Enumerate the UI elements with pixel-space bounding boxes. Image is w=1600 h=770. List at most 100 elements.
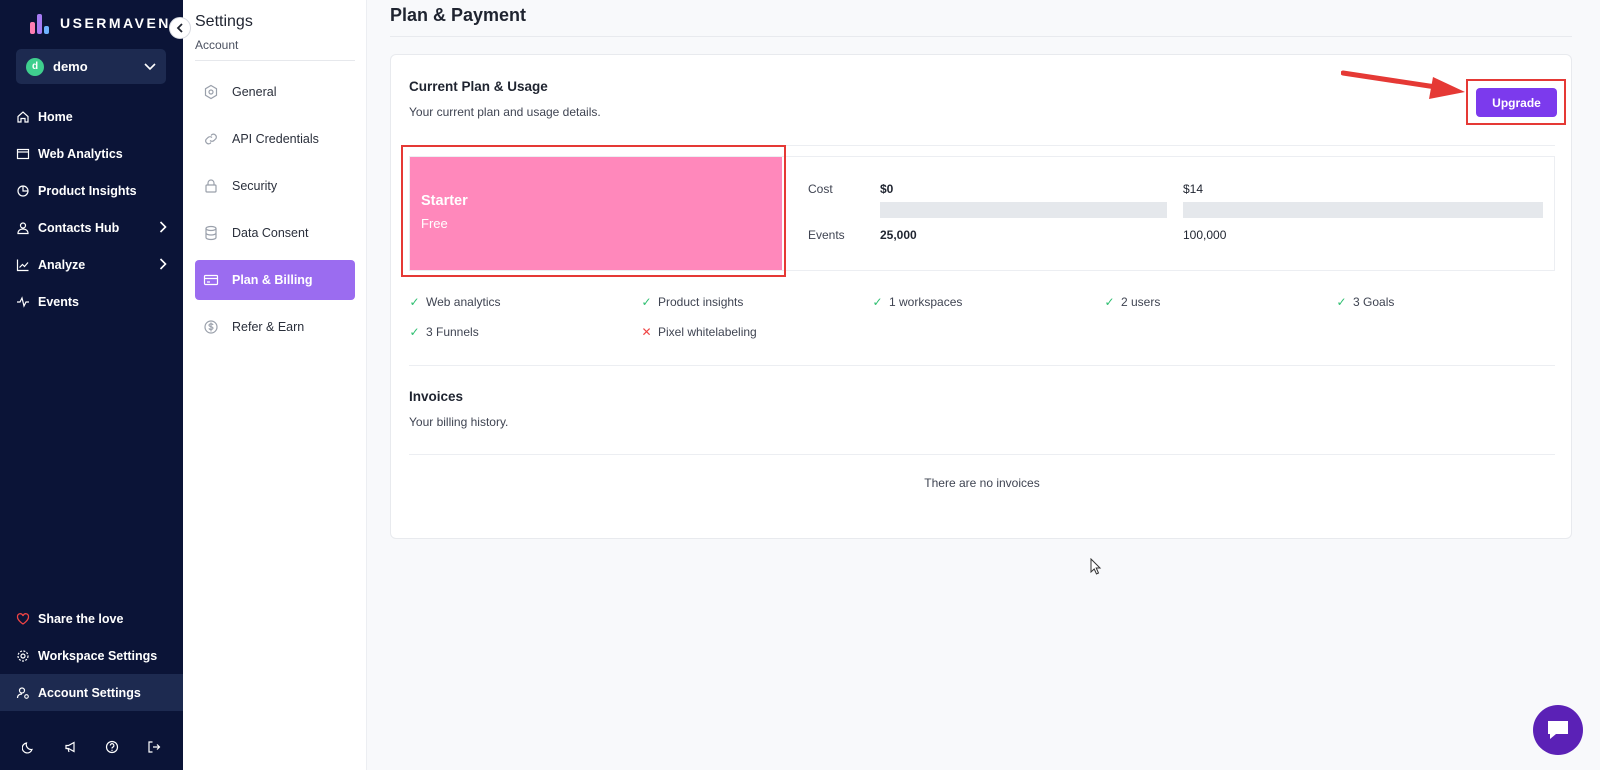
- credit-card-icon: [203, 272, 219, 288]
- sidebar-item-label: Analyze: [38, 257, 86, 272]
- events-label: Events: [808, 228, 845, 242]
- workspace-name: demo: [53, 59, 88, 74]
- sidebar-item-home[interactable]: Home: [0, 98, 183, 135]
- settings-item-refer-earn[interactable]: Refer & Earn: [195, 307, 355, 347]
- settings-item-plan-billing[interactable]: Plan & Billing: [195, 260, 355, 300]
- feature-item: ✓ 3 Goals: [1336, 295, 1394, 309]
- settings-item-label: Data Consent: [232, 226, 309, 240]
- plan-card-description: Your current plan and usage details.: [409, 105, 601, 119]
- cost-label: Cost: [808, 182, 833, 196]
- sidebar-item-label: Home: [38, 109, 73, 124]
- megaphone-icon[interactable]: [64, 740, 78, 759]
- feature-item: ✓ Web analytics: [409, 295, 500, 309]
- check-icon: ✓: [641, 295, 652, 309]
- chevron-down-icon: [144, 58, 156, 76]
- activity-icon: [16, 295, 30, 309]
- divider: [409, 454, 1555, 455]
- logout-icon[interactable]: [147, 740, 161, 759]
- feature-label: Pixel whitelabeling: [658, 325, 757, 339]
- sidebar-item-contacts-hub[interactable]: Contacts Hub: [0, 209, 183, 246]
- sidebar-item-label: Events: [38, 294, 79, 309]
- sidebar-item-workspace-settings[interactable]: Workspace Settings: [0, 637, 183, 674]
- check-icon: ✓: [872, 295, 883, 309]
- heart-icon: [16, 612, 30, 626]
- feature-item: ✓ 1 workspaces: [872, 295, 962, 309]
- sidebar-item-share-the-love[interactable]: Share the love: [0, 600, 183, 637]
- next-tier-cost: $14: [1183, 182, 1204, 196]
- check-icon: ✓: [1336, 295, 1347, 309]
- sidebar-item-label: Product Insights: [38, 183, 137, 198]
- brand-name: USERMAVEN.: [60, 15, 178, 31]
- next-tier-events: 100,000: [1183, 228, 1227, 242]
- settings-sidebar: Settings Account General API Credentials…: [183, 0, 367, 770]
- plan-card: Current Plan & Usage Your current plan a…: [390, 54, 1572, 539]
- settings-subtitle: Account: [195, 38, 239, 52]
- collapse-sidebar-button[interactable]: [169, 17, 191, 39]
- moon-icon[interactable]: [21, 740, 36, 759]
- settings-item-label: API Credentials: [232, 132, 319, 146]
- divider: [195, 60, 355, 61]
- check-icon: ✓: [409, 295, 420, 309]
- settings-item-label: General: [232, 85, 277, 99]
- page-title: Plan & Payment: [390, 5, 527, 25]
- user-settings-icon: [16, 686, 30, 700]
- database-icon: [203, 225, 219, 241]
- settings-item-label: Plan & Billing: [232, 273, 313, 287]
- line-chart-icon: [16, 258, 30, 272]
- feature-label: 3 Goals: [1353, 295, 1395, 309]
- main-sidebar: USERMAVEN. d demo Home Web Analytics Pro…: [0, 0, 183, 770]
- chevron-right-icon: [159, 221, 167, 236]
- mouse-cursor-icon: [1090, 558, 1102, 575]
- home-icon: [16, 110, 30, 124]
- settings-item-security[interactable]: Security: [195, 166, 355, 206]
- cross-icon: ✕: [641, 325, 652, 339]
- feature-label: Product insights: [658, 295, 744, 309]
- annotation-arrow-icon: [1341, 70, 1465, 99]
- chat-widget-button[interactable]: [1533, 705, 1583, 755]
- link-icon: [203, 131, 219, 147]
- pie-chart-icon: [16, 184, 30, 198]
- hexagon-gear-icon: [203, 84, 219, 100]
- sidebar-item-account-settings[interactable]: Account Settings: [0, 674, 183, 711]
- workspace-selector[interactable]: d demo: [16, 49, 166, 84]
- feature-label: 2 users: [1121, 295, 1161, 309]
- settings-item-label: Security: [232, 179, 278, 193]
- sidebar-item-events[interactable]: Events: [0, 283, 183, 320]
- settings-item-data-consent[interactable]: Data Consent: [195, 213, 355, 253]
- chevron-right-icon: [159, 258, 167, 273]
- divider: [409, 365, 1555, 366]
- usermaven-logo[interactable]: USERMAVEN.: [30, 12, 177, 34]
- invoices-empty-state: There are no invoices: [924, 476, 1040, 490]
- user-icon: [16, 221, 30, 235]
- sidebar-item-web-analytics[interactable]: Web Analytics: [0, 135, 183, 172]
- browser-icon: [16, 147, 30, 161]
- current-cost: $0: [880, 182, 894, 196]
- sidebar-footer-icons: [0, 740, 183, 759]
- sidebar-item-analyze[interactable]: Analyze: [0, 246, 183, 283]
- sidebar-item-label: Account Settings: [38, 685, 141, 700]
- help-icon[interactable]: [105, 740, 119, 759]
- feature-label: Web analytics: [426, 295, 501, 309]
- settings-item-api-credentials[interactable]: API Credentials: [195, 119, 355, 159]
- settings-item-label: Refer & Earn: [232, 320, 305, 334]
- check-icon: ✓: [409, 325, 420, 339]
- current-events: 25,000: [880, 228, 917, 242]
- plan-card-heading: Current Plan & Usage: [409, 79, 548, 94]
- sidebar-item-label: Contacts Hub: [38, 220, 120, 235]
- settings-item-general[interactable]: General: [195, 72, 355, 112]
- divider: [390, 36, 1572, 37]
- sidebar-item-label: Workspace Settings: [38, 648, 158, 663]
- feature-label: 1 workspaces: [889, 295, 963, 309]
- usage-bar-next: [1183, 202, 1543, 218]
- workspace-avatar: d: [26, 57, 44, 76]
- sidebar-item-label: Share the love: [38, 611, 124, 626]
- feature-item: ✕ Pixel whitelabeling: [641, 325, 757, 339]
- feature-item: ✓ 2 users: [1104, 295, 1160, 309]
- invoices-description: Your billing history.: [409, 415, 509, 429]
- gear-icon: [16, 649, 30, 663]
- sidebar-item-product-insights[interactable]: Product Insights: [0, 172, 183, 209]
- settings-title: Settings: [195, 13, 253, 30]
- chat-bubble-icon: [1548, 721, 1568, 739]
- logo-icon: [30, 12, 52, 34]
- plan-highlight-box: [401, 145, 786, 277]
